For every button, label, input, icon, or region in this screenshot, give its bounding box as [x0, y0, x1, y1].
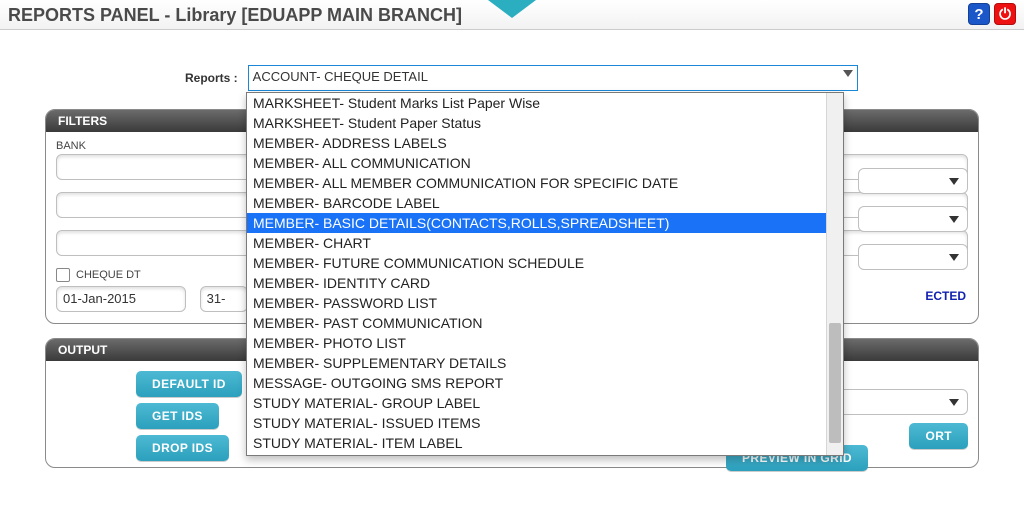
default-ids-button[interactable]: DEFAULT ID	[136, 371, 242, 397]
filter-select-3[interactable]	[858, 244, 968, 270]
date-from-input[interactable]: 01-Jan-2015	[56, 286, 186, 312]
date-to-input[interactable]: 31-	[200, 286, 248, 312]
drop-ids-button[interactable]: DROP IDS	[136, 435, 229, 461]
dropdown-option[interactable]: MEMBER- SUPPLEMENTARY DETAILS	[247, 353, 843, 373]
chevron-down-icon	[949, 254, 959, 261]
title-bar: REPORTS PANEL - Library [EDUAPP MAIN BRA…	[0, 0, 1024, 30]
scrollbar-thumb[interactable]	[829, 323, 841, 443]
dropdown-option[interactable]: MEMBER- BARCODE LABEL	[247, 193, 843, 213]
reports-select[interactable]: ACCOUNT- CHEQUE DETAIL	[248, 65, 858, 91]
cheque-dt-checkbox[interactable]	[56, 268, 70, 282]
get-ids-button[interactable]: GET IDS	[136, 403, 219, 429]
chevron-down-icon	[949, 178, 959, 185]
selected-link-partial[interactable]: ECTED	[925, 289, 966, 303]
dropdown-option[interactable]: STUDY MATERIAL- ISSUED ITEMS	[247, 413, 843, 433]
reports-select-value: ACCOUNT- CHEQUE DETAIL	[253, 69, 428, 84]
dropdown-option[interactable]: MARKSHEET- Student Marks List Paper Wise	[247, 93, 843, 113]
dropdown-option[interactable]: MEMBER- IDENTITY CARD	[247, 273, 843, 293]
dropdown-option[interactable]: MEMBER- PHOTO LIST	[247, 333, 843, 353]
dropdown-option[interactable]: MEMBER- PAST COMMUNICATION	[247, 313, 843, 333]
dropdown-option[interactable]: STUDY MATERIAL- ITEM LABEL	[247, 433, 843, 453]
dropdown-option[interactable]: MEMBER- BASIC DETAILS(CONTACTS,ROLLS,SPR…	[247, 213, 843, 233]
cheque-dt-label: CHEQUE DT	[76, 269, 141, 281]
dropdown-option[interactable]: MEMBER- ALL MEMBER COMMUNICATION FOR SPE…	[247, 173, 843, 193]
filter-select-1[interactable]	[858, 168, 968, 194]
chevron-down-icon	[949, 216, 959, 223]
power-icon[interactable]: ⏻	[994, 3, 1016, 25]
dropdown-option[interactable]: STUDY MATERIAL- GROUP LABEL	[247, 393, 843, 413]
filter-select-2[interactable]	[858, 206, 968, 232]
dropdown-option[interactable]: MEMBER- PASSWORD LIST	[247, 293, 843, 313]
help-icon[interactable]: ?	[968, 3, 990, 25]
dropdown-option[interactable]: MEMBER- ALL COMMUNICATION	[247, 153, 843, 173]
dropdown-option[interactable]: MEMBER- CHART	[247, 233, 843, 253]
chevron-down-icon	[949, 399, 959, 406]
generate-report-button[interactable]: ORT	[909, 423, 968, 449]
top-arrow-decor	[488, 0, 536, 18]
dropdown-scrollbar[interactable]	[826, 93, 843, 455]
dropdown-option[interactable]: STUDY MATERIAL- PENDING ITEMS FOR ISSUE	[247, 453, 843, 456]
page-title: REPORTS PANEL - Library [EDUAPP MAIN BRA…	[8, 5, 462, 25]
dropdown-option[interactable]: MARKSHEET- Student Paper Status	[247, 113, 843, 133]
reports-dropdown-list[interactable]: MARKSHEET- Student Marks List Paper Wise…	[246, 92, 844, 456]
dropdown-option[interactable]: MEMBER- FUTURE COMMUNICATION SCHEDULE	[247, 253, 843, 273]
dropdown-option[interactable]: MESSAGE- OUTGOING SMS REPORT	[247, 373, 843, 393]
dropdown-option[interactable]: MEMBER- ADDRESS LABELS	[247, 133, 843, 153]
reports-label: Reports :	[185, 71, 238, 85]
chevron-down-icon	[843, 70, 853, 77]
